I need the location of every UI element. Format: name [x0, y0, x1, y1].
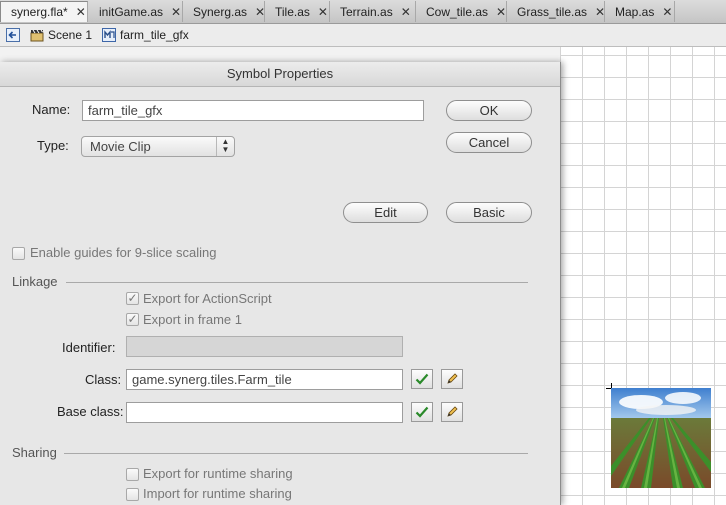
export-frame-label: Export in frame 1: [143, 312, 242, 327]
ok-button[interactable]: OK: [446, 100, 532, 121]
tab-label: Grass_tile.as: [517, 4, 588, 19]
tab-initgame-as[interactable]: initGame.as ✕: [89, 1, 183, 22]
type-select[interactable]: Movie Clip ▲ ▼: [81, 136, 235, 157]
clapperboard-icon: [30, 29, 44, 42]
close-icon[interactable]: ✕: [171, 5, 181, 19]
close-icon[interactable]: ✕: [76, 5, 86, 19]
pencil-icon: [447, 373, 458, 384]
close-icon[interactable]: ✕: [255, 5, 265, 19]
close-icon[interactable]: ✕: [662, 5, 672, 19]
runtime-import-label: Import for runtime sharing: [143, 486, 292, 501]
close-icon[interactable]: ✕: [595, 5, 605, 19]
tab-synerg-fla[interactable]: synerg.fla* ✕: [0, 1, 88, 22]
name-label: Name:: [32, 102, 71, 117]
guides-label: Enable guides for 9-slice scaling: [30, 245, 217, 260]
tab-grass-tile-as[interactable]: Grass_tile.as ✕: [507, 1, 605, 22]
linkage-divider: [66, 282, 528, 283]
stepper-arrows-icon: ▲ ▼: [216, 137, 234, 156]
type-label: Type:: [37, 138, 69, 153]
tab-label: initGame.as: [99, 4, 164, 19]
validate-class-button[interactable]: [411, 369, 433, 389]
sharing-section-title: Sharing: [12, 445, 57, 460]
base-class-label: Base class:: [57, 404, 124, 419]
document-tab-bar: synerg.fla* ✕ initGame.as ✕ Synerg.as ✕ …: [0, 0, 726, 24]
cancel-button[interactable]: Cancel: [446, 132, 532, 153]
close-icon[interactable]: ✕: [318, 5, 328, 19]
pencil-icon: [447, 406, 458, 417]
tab-label: Terrain.as: [340, 4, 393, 19]
type-select-value: Movie Clip: [90, 139, 151, 154]
tab-label: Cow_tile.as: [426, 4, 489, 19]
back-arrow-icon[interactable]: [6, 28, 20, 42]
runtime-export-label: Export for runtime sharing: [143, 466, 293, 481]
sharing-divider: [64, 453, 528, 454]
edit-bar: Scene 1 farm_tile_gfx: [0, 24, 726, 47]
close-icon[interactable]: ✕: [401, 5, 411, 19]
edit-button[interactable]: Edit: [343, 202, 428, 223]
close-icon[interactable]: ✕: [496, 5, 506, 19]
tab-label: Map.as: [615, 4, 655, 19]
tab-terrain-as[interactable]: Terrain.as ✕: [330, 1, 416, 22]
dialog-title: Symbol Properties: [0, 62, 560, 87]
tab-map-as[interactable]: Map.as ✕: [605, 1, 675, 22]
tab-cow-tile-as[interactable]: Cow_tile.as ✕: [416, 1, 507, 22]
identifier-field[interactable]: [126, 336, 403, 357]
farm-tile-graphic[interactable]: [611, 388, 711, 488]
tab-label: synerg.fla*: [11, 5, 68, 19]
tab-label: Synerg.as: [193, 4, 248, 19]
base-class-field[interactable]: [126, 402, 403, 423]
edit-base-class-button[interactable]: [441, 402, 463, 422]
class-label: Class:: [85, 372, 122, 387]
tab-tile-as[interactable]: Tile.as ✕: [265, 1, 330, 22]
name-field[interactable]: farm_tile_gfx: [82, 100, 424, 121]
identifier-label: Identifier:: [62, 340, 116, 355]
symbol-properties-dialog: Symbol Properties Name: farm_tile_gfx OK…: [0, 62, 561, 505]
basic-button[interactable]: Basic: [446, 202, 532, 223]
tab-label: Tile.as: [275, 4, 310, 19]
edit-class-button[interactable]: [441, 369, 463, 389]
runtime-export-checkbox[interactable]: [126, 468, 139, 481]
export-frame-checkbox[interactable]: ✓: [126, 313, 139, 326]
validate-base-class-button[interactable]: [411, 402, 433, 422]
movieclip-symbol-icon: [102, 28, 117, 42]
class-field[interactable]: game.synerg.tiles.Farm_tile: [126, 369, 403, 390]
breadcrumb-symbol[interactable]: farm_tile_gfx: [120, 28, 189, 42]
runtime-import-checkbox[interactable]: [126, 488, 139, 501]
guides-checkbox[interactable]: [12, 247, 25, 260]
checkmark-icon: [415, 406, 429, 418]
tab-synerg-as[interactable]: Synerg.as ✕: [183, 1, 265, 22]
checkmark-icon: [415, 373, 429, 385]
export-actionscript-label: Export for ActionScript: [143, 291, 272, 306]
linkage-section-title: Linkage: [12, 274, 58, 289]
breadcrumb-scene[interactable]: Scene 1: [48, 28, 92, 42]
export-actionscript-checkbox[interactable]: ✓: [126, 292, 139, 305]
